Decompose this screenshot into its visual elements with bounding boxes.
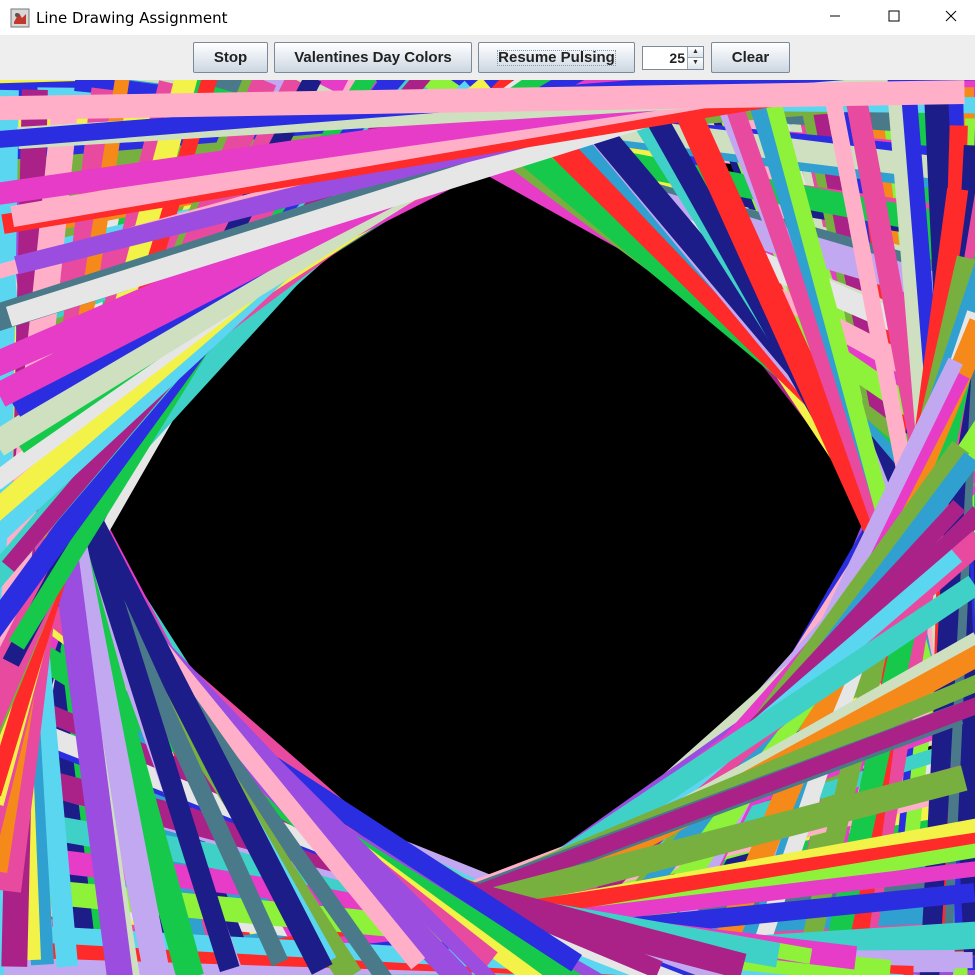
toolbar: Stop Valentines Day Colors Resume Pulsin…: [0, 35, 975, 80]
maximize-icon: [888, 9, 900, 27]
window-title: Line Drawing Assignment: [36, 9, 228, 27]
spinner-down-arrow-icon[interactable]: ▼: [687, 58, 703, 69]
clear-button[interactable]: Clear: [711, 42, 790, 73]
minimize-icon: [829, 9, 841, 27]
close-icon: [945, 9, 957, 27]
drawn-line: [0, 80, 965, 121]
title-bar: Line Drawing Assignment: [0, 0, 975, 35]
line-width-spinner[interactable]: 25 ▲ ▼: [642, 46, 704, 70]
resume-pulsing-button[interactable]: Resume Pulsing: [478, 42, 635, 73]
spinner-value[interactable]: 25: [643, 47, 685, 69]
focus-ring: [497, 50, 616, 66]
line-art: [0, 80, 975, 975]
minimize-button[interactable]: [806, 0, 864, 35]
java-coffee-icon: [10, 8, 30, 28]
maximize-button[interactable]: [865, 0, 923, 35]
drawing-canvas[interactable]: [0, 80, 975, 975]
spinner-up-arrow-icon[interactable]: ▲: [687, 47, 703, 58]
close-button[interactable]: [922, 0, 975, 35]
valentines-day-colors-button[interactable]: Valentines Day Colors: [274, 42, 472, 73]
stop-button[interactable]: Stop: [193, 42, 268, 73]
